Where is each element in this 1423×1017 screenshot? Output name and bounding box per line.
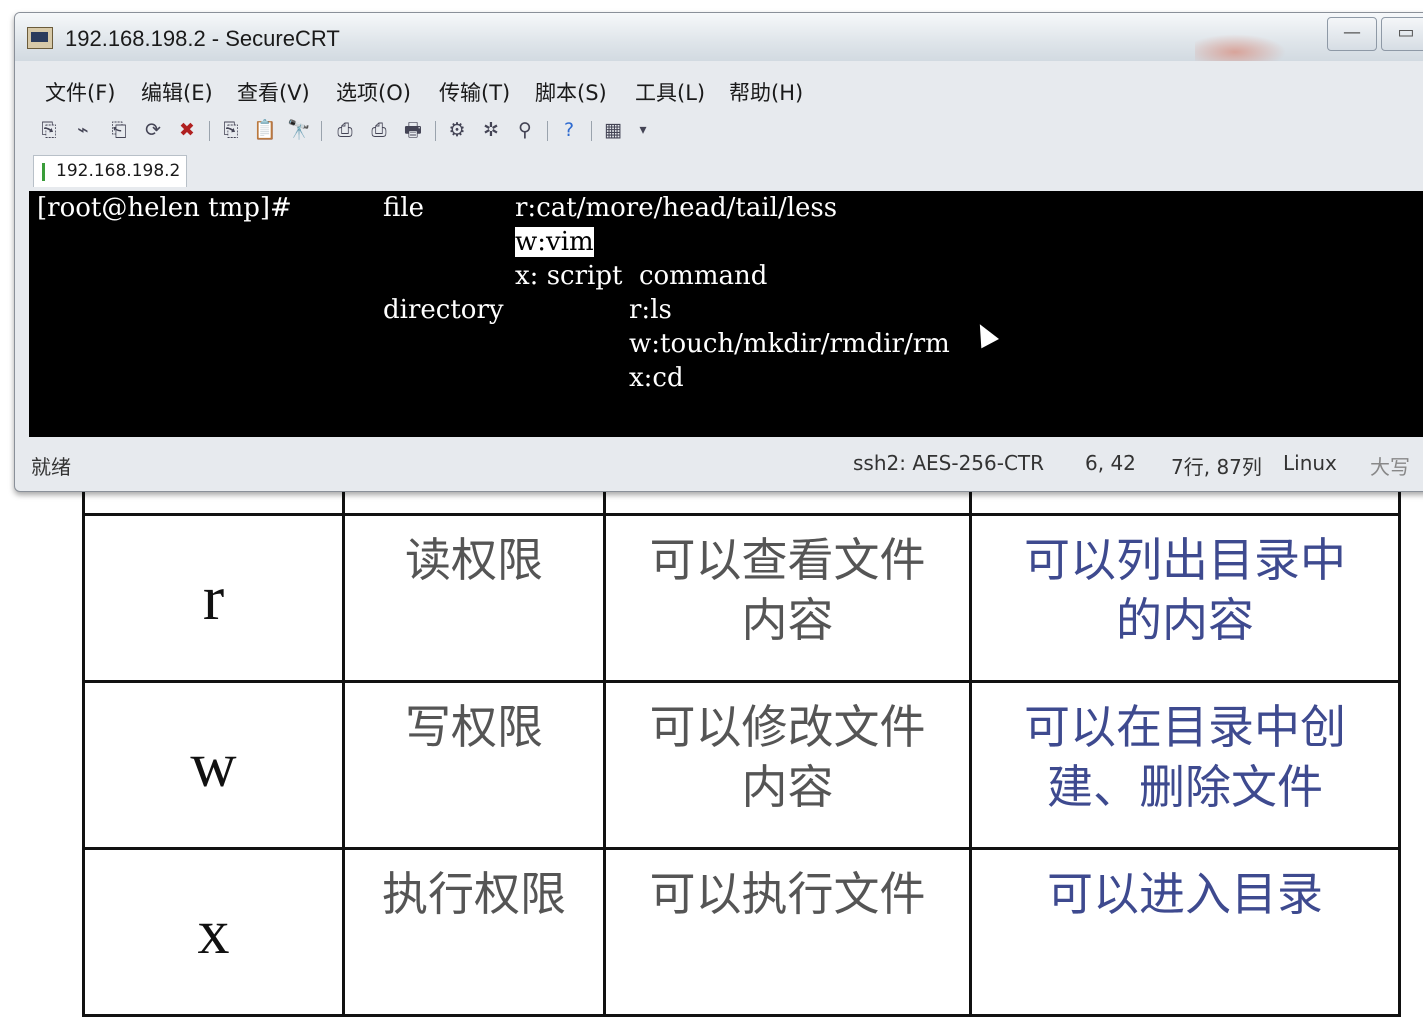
status-terminal-type: Linux	[1283, 451, 1337, 475]
session-options-icon[interactable]: ⚙	[445, 119, 469, 141]
minimize-button[interactable]: —	[1327, 17, 1377, 51]
menu-options[interactable]: 选项(O)	[336, 77, 411, 107]
file-meaning: 可以执行文件	[603, 847, 972, 1017]
help-icon[interactable]: ?	[557, 119, 581, 141]
connect-icon[interactable]: ⎘	[37, 119, 61, 141]
titlebar-decoration	[1195, 31, 1295, 61]
file-meaning: 可以查看文件 内容	[603, 513, 972, 683]
menu-bar: 文件(F) 编辑(E) 查看(V) 选项(O) 传输(T) 脚本(S) 工具(L…	[15, 71, 1423, 109]
permission-name: 读权限	[342, 513, 606, 683]
file-meaning: 可以修改文件 内容	[603, 680, 972, 850]
permission-name: 执行权限	[342, 847, 606, 1017]
session-tab-bar: 192.168.198.2	[15, 153, 1423, 189]
terminal-selection: w:vim	[515, 225, 594, 259]
mouse-pointer-icon	[971, 319, 999, 349]
title-bar[interactable]: 192.168.198.2 - SecureCRT — ▭	[15, 13, 1423, 61]
directory-meaning: 可以列出目录中 的内容	[969, 513, 1401, 683]
permission-name: 写权限	[342, 680, 606, 850]
menu-file[interactable]: 文件(F)	[45, 77, 115, 107]
status-ready: 就绪	[31, 455, 71, 479]
status-bar: 就绪 ssh2: AES-256-CTR 6, 42 7行, 87列 Linux…	[15, 443, 1423, 483]
terminal-screen[interactable]: [root@helen tmp]# file r:cat/more/head/t…	[29, 191, 1423, 437]
paste-icon[interactable]: 📋	[253, 119, 277, 141]
selected-text: w:vim	[515, 227, 594, 257]
status-cursor-position: 6, 42	[1085, 451, 1136, 475]
menu-script[interactable]: 脚本(S)	[535, 77, 607, 107]
toolbar: ⎘ ⌁ ⎗ ⟳ ✖ ⎘ 📋 🔭 ⎙ ⎙ 🖶 ⚙ ✲ ⚲ ? ▦ ▾	[15, 113, 1423, 149]
permission-letter: w	[82, 680, 345, 850]
directory-meaning: 可以在目录中创 建、删除文件	[969, 680, 1401, 850]
terminal-text: r:cat/more/head/tail/less	[515, 193, 838, 223]
tab-label: 192.168.198.2	[56, 161, 181, 181]
permission-table: r 读权限 可以查看文件 内容 可以列出目录中 的内容 w 写权限 可以修改文件…	[82, 478, 1401, 1017]
directory-meaning-line: 可以进入目录	[1047, 867, 1323, 921]
file-meaning-line: 可以修改文件	[649, 700, 926, 754]
connect-tab-icon[interactable]: ⎗	[107, 119, 131, 141]
table-row: x 执行权限 可以执行文件 可以进入目录	[82, 847, 1401, 1017]
terminal-text: directory	[383, 295, 504, 325]
toolbar-divider	[321, 121, 322, 141]
sftp-icon[interactable]: ▦	[601, 119, 625, 141]
toolbar-divider	[435, 121, 436, 141]
file-meaning-line: 可以执行文件	[649, 867, 926, 921]
permission-letter: r	[82, 513, 345, 683]
menu-transfer[interactable]: 传输(T)	[439, 77, 510, 107]
securecrt-app-icon	[27, 27, 53, 49]
toolbar-overflow-icon[interactable]: ▾	[631, 119, 655, 141]
terminal-text: x:cd	[629, 363, 684, 393]
printer-icon[interactable]: 🖶	[401, 119, 425, 141]
terminal-text: w:touch/mkdir/rmdir/rm	[629, 329, 950, 359]
status-caps-lock: 大写	[1370, 455, 1410, 479]
permission-letter: x	[82, 847, 345, 1017]
directory-meaning-line: 可以列出目录中	[1024, 533, 1346, 587]
toolbar-divider	[209, 121, 210, 141]
status-protocol: ssh2: AES-256-CTR	[853, 451, 1045, 475]
file-meaning-line: 内容	[741, 593, 834, 647]
reconnect-icon[interactable]: ⟳	[141, 119, 165, 141]
quick-connect-icon[interactable]: ⌁	[71, 119, 95, 141]
print-setup-icon[interactable]: ⎙	[333, 119, 357, 141]
menu-edit[interactable]: 编辑(E)	[141, 77, 213, 107]
directory-meaning-line: 建、删除文件	[1047, 760, 1323, 814]
toolbar-divider	[547, 121, 548, 141]
connected-status-icon	[42, 163, 45, 181]
disconnect-icon[interactable]: ✖	[175, 119, 199, 141]
copy-icon[interactable]: ⎘	[219, 119, 243, 141]
table-row: w 写权限 可以修改文件 内容 可以在目录中创 建、删除文件	[82, 680, 1401, 850]
terminal-text: r:ls	[629, 295, 672, 325]
window-title: 192.168.198.2 - SecureCRT	[65, 26, 340, 51]
global-options-icon[interactable]: ✲	[479, 119, 503, 141]
directory-meaning: 可以进入目录	[969, 847, 1401, 1017]
file-meaning-line: 内容	[741, 760, 834, 814]
keymap-icon[interactable]: ⚲	[513, 119, 537, 141]
status-terminal-size: 7行, 87列	[1171, 455, 1262, 479]
find-icon[interactable]: 🔭	[287, 119, 311, 141]
terminal-text: file	[383, 193, 425, 223]
directory-meaning-line: 的内容	[1116, 593, 1254, 647]
terminal-prompt: [root@helen tmp]#	[37, 193, 292, 223]
directory-meaning-line: 可以在目录中创	[1024, 700, 1346, 754]
menu-view[interactable]: 查看(V)	[237, 77, 310, 107]
print-icon[interactable]: ⎙	[367, 119, 391, 141]
maximize-button[interactable]: ▭	[1381, 17, 1423, 51]
toolbar-divider	[591, 121, 592, 141]
table-row: r 读权限 可以查看文件 内容 可以列出目录中 的内容	[82, 513, 1401, 683]
menu-help[interactable]: 帮助(H)	[729, 77, 803, 107]
menu-tools[interactable]: 工具(L)	[635, 77, 705, 107]
securecrt-window: 192.168.198.2 - SecureCRT — ▭ 文件(F) 编辑(E…	[14, 12, 1423, 492]
tab-session[interactable]: 192.168.198.2	[33, 155, 187, 187]
terminal-text: x: script command	[515, 261, 768, 291]
file-meaning-line: 可以查看文件	[649, 533, 926, 587]
